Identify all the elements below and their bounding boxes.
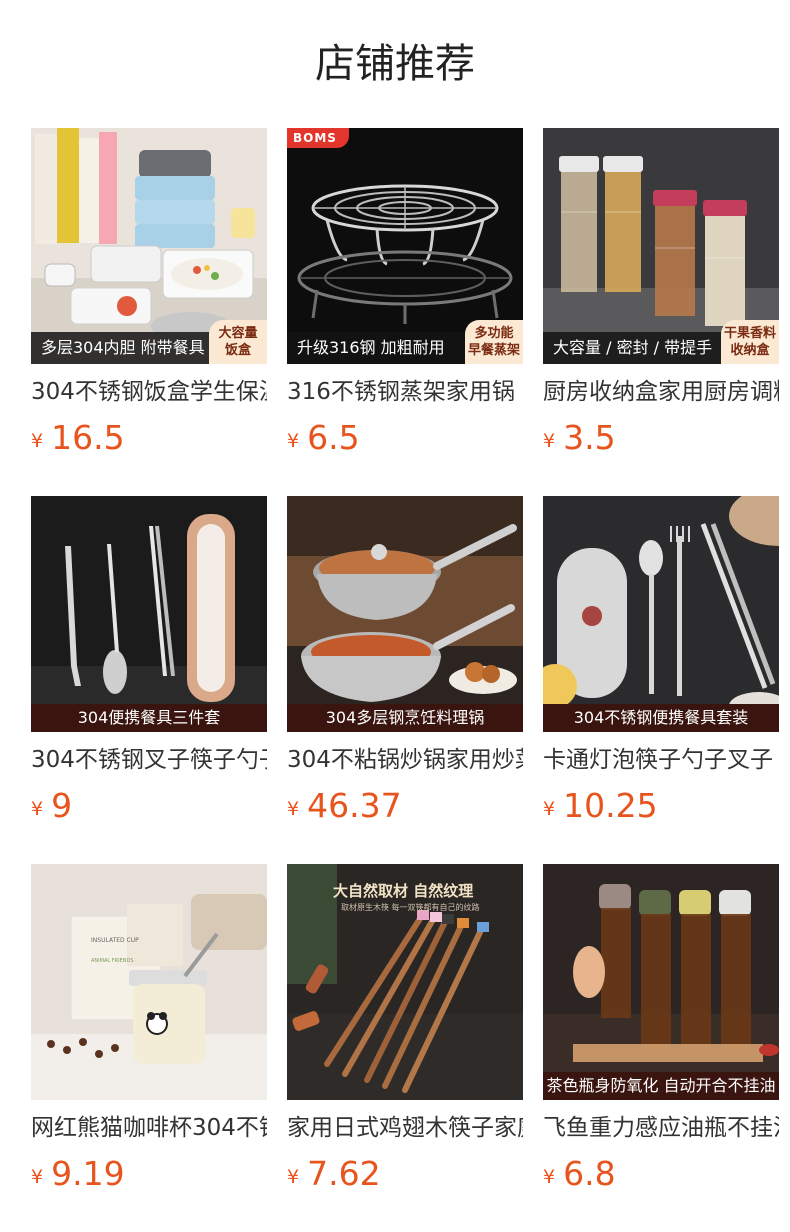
product-name[interactable]: 304不粘锅炒锅家用炒菜 <box>287 744 523 776</box>
currency-symbol: ¥ <box>543 798 556 820</box>
overlay-title: 大自然取材 自然纹理 <box>333 882 474 900</box>
product-card[interactable]: 304多层钢烹饪料理锅 304不粘锅炒锅家用炒菜 ¥46.37 <box>287 496 523 864</box>
price-value: 9 <box>51 786 73 825</box>
product-image[interactable]: 多层304内胆 附带餐具 大容量 饭盒 <box>31 128 267 364</box>
promo-banner: 茶色瓶身防氧化 自动开合不挂油 <box>543 1072 779 1100</box>
price-value: 9.19 <box>51 1154 125 1193</box>
product-card[interactable]: 大容量 / 密封 / 带提手 干果香料 收纳盒 厨房收纳盒家用厨房调料 ¥3.5 <box>543 128 779 496</box>
product-card[interactable]: BOMS 升级316钢 加粗耐用 多功能 早餐蒸架 316不锈钢蒸架家用锅 ¥6.… <box>287 128 523 496</box>
product-name[interactable]: 304不锈钢叉子筷子勺子 <box>31 744 267 776</box>
product-card[interactable]: 大自然取材 自然纹理 取材原生木筷 每一双筷都有自己的纹路 家用日式鸡翅木筷子家… <box>287 864 523 1232</box>
product-name[interactable]: 316不锈钢蒸架家用锅 <box>287 376 523 408</box>
product-image[interactable]: 304多层钢烹饪料理锅 <box>287 496 523 732</box>
promo-banner: 304多层钢烹饪料理锅 <box>287 704 523 732</box>
product-card[interactable]: 茶色瓶身防氧化 自动开合不挂油 飞鱼重力感应油瓶不挂油 ¥6.8 <box>543 864 779 1232</box>
corner-line: 多功能 <box>474 326 514 341</box>
product-image[interactable]: 大容量 / 密封 / 带提手 干果香料 收纳盒 <box>543 128 779 364</box>
price-value: 6.5 <box>307 418 360 457</box>
price-value: 46.37 <box>307 786 402 825</box>
product-card[interactable]: 304便携餐具三件套 304不锈钢叉子筷子勺子 ¥9 <box>31 496 267 864</box>
product-price: ¥7.62 <box>287 1154 381 1193</box>
product-image[interactable]: BOMS 升级316钢 加粗耐用 多功能 早餐蒸架 <box>287 128 523 364</box>
product-image[interactable]: 304便携餐具三件套 <box>31 496 267 732</box>
price-value: 3.5 <box>563 418 616 457</box>
currency-symbol: ¥ <box>287 798 300 820</box>
product-name[interactable]: 304不锈钢饭盒学生保温 <box>31 376 267 408</box>
promo-corner-tag: 大容量 饭盒 <box>209 320 267 364</box>
product-card[interactable]: 304不锈钢便携餐具套装 卡通灯泡筷子勺子叉子 ¥10.25 <box>543 496 779 864</box>
product-price: ¥6.5 <box>287 418 360 457</box>
product-price: ¥9.19 <box>31 1154 125 1193</box>
product-image[interactable]: 304不锈钢便携餐具套装 <box>543 496 779 732</box>
currency-symbol: ¥ <box>31 1166 44 1188</box>
product-card[interactable]: 多层304内胆 附带餐具 大容量 饭盒 304不锈钢饭盒学生保温 ¥16.5 <box>31 128 267 496</box>
currency-symbol: ¥ <box>287 430 300 452</box>
promo-banner: 304不锈钢便携餐具套装 <box>543 704 779 732</box>
corner-line: 收纳盒 <box>730 343 770 358</box>
product-price: ¥46.37 <box>287 786 402 825</box>
section-title: 店铺推荐 <box>315 41 475 87</box>
price-value: 6.8 <box>563 1154 616 1193</box>
brand-logo: BOMS <box>287 128 349 148</box>
promo-corner-tag: 干果香料 收纳盒 <box>721 320 779 364</box>
currency-symbol: ¥ <box>543 430 556 452</box>
product-name[interactable]: 家用日式鸡翅木筷子家庭 <box>287 1112 523 1144</box>
product-image[interactable]: 茶色瓶身防氧化 自动开合不挂油 <box>543 864 779 1100</box>
corner-line: 早餐蒸架 <box>467 343 520 358</box>
product-price: ¥16.5 <box>31 418 125 457</box>
corner-line: 大容量 <box>218 326 258 341</box>
price-value: 16.5 <box>51 418 125 457</box>
product-price: ¥9 <box>31 786 72 825</box>
product-image[interactable]: 大自然取材 自然纹理 取材原生木筷 每一双筷都有自己的纹路 <box>287 864 523 1100</box>
product-price: ¥3.5 <box>543 418 616 457</box>
product-card[interactable]: INSULATED CUP ANIMAL FRIENDS 网红熊猫咖啡杯304不… <box>31 864 267 1232</box>
currency-symbol: ¥ <box>31 798 44 820</box>
currency-symbol: ¥ <box>543 1166 556 1188</box>
cup-box-label: INSULATED CUP <box>91 937 139 944</box>
product-grid: 多层304内胆 附带餐具 大容量 饭盒 304不锈钢饭盒学生保温 ¥16.5 B… <box>31 128 781 1232</box>
product-price: ¥10.25 <box>543 786 658 825</box>
product-name[interactable]: 网红熊猫咖啡杯304不锈 <box>31 1112 267 1144</box>
currency-symbol: ¥ <box>287 1166 300 1188</box>
cup-box-sublabel: ANIMAL FRIENDS <box>91 958 134 964</box>
currency-symbol: ¥ <box>31 430 44 452</box>
product-name[interactable]: 卡通灯泡筷子勺子叉子 <box>543 744 779 776</box>
product-price: ¥6.8 <box>543 1154 616 1193</box>
price-value: 10.25 <box>563 786 658 825</box>
product-image[interactable]: INSULATED CUP ANIMAL FRIENDS <box>31 864 267 1100</box>
corner-line: 干果香料 <box>723 326 776 341</box>
promo-corner-tag: 多功能 早餐蒸架 <box>465 320 523 364</box>
overlay-subtitle: 取材原生木筷 每一双筷都有自己的纹路 <box>341 903 480 912</box>
price-value: 7.62 <box>307 1154 381 1193</box>
corner-line: 饭盒 <box>224 343 251 358</box>
promo-banner: 304便携餐具三件套 <box>31 704 267 732</box>
product-name[interactable]: 飞鱼重力感应油瓶不挂油 <box>543 1112 779 1144</box>
product-name[interactable]: 厨房收纳盒家用厨房调料 <box>543 376 779 408</box>
